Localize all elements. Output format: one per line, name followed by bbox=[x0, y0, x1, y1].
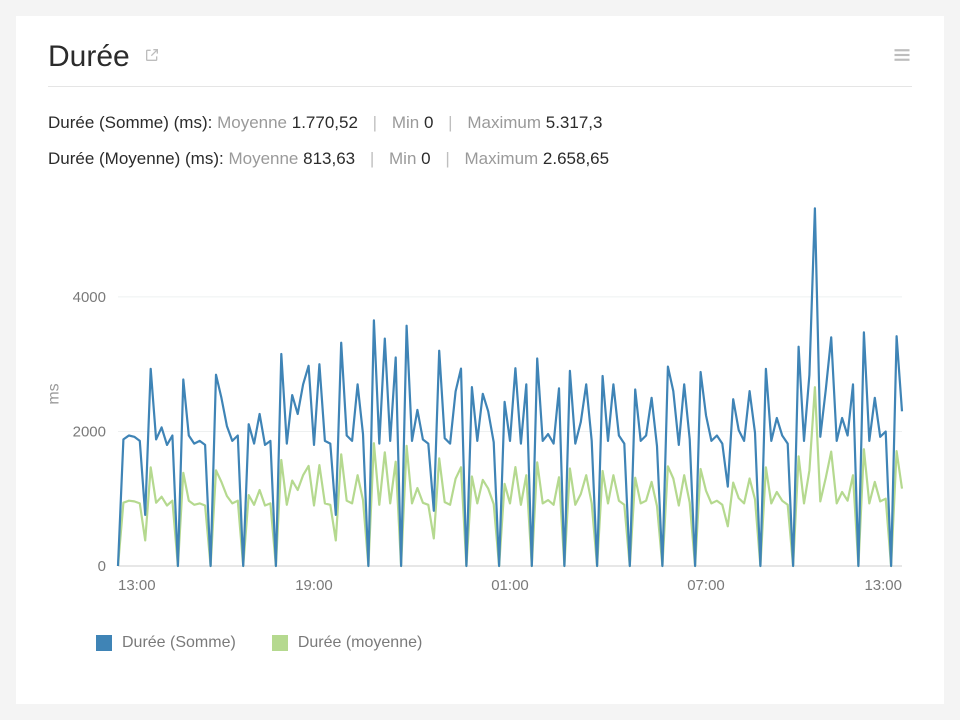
legend-swatch-icon bbox=[272, 635, 288, 651]
svg-text:19:00: 19:00 bbox=[295, 577, 333, 594]
stat-min-label: Min bbox=[392, 113, 419, 132]
card-header: Durée bbox=[48, 40, 912, 87]
stat-max-label: Maximum bbox=[465, 149, 539, 168]
y-axis-label: ms bbox=[46, 384, 64, 405]
stat-max-value: 5.317,3 bbox=[546, 113, 603, 132]
stat-max-value: 2.658,65 bbox=[543, 149, 609, 168]
stat-min-value: 0 bbox=[424, 113, 433, 132]
legend-label: Durée (Somme) bbox=[122, 634, 236, 652]
stat-avg-value: 1.770,52 bbox=[292, 113, 358, 132]
stat-name: Durée (Somme) (ms) bbox=[48, 113, 208, 132]
legend-label: Durée (moyenne) bbox=[298, 634, 423, 652]
stat-min-label: Min bbox=[389, 149, 416, 168]
stat-avg-value: 813,63 bbox=[303, 149, 355, 168]
stat-avg-label: Moyenne bbox=[217, 113, 287, 132]
hamburger-menu-icon[interactable] bbox=[892, 45, 912, 70]
svg-text:13:00: 13:00 bbox=[864, 577, 902, 594]
stat-row: Durée (Somme) (ms): Moyenne 1.770,52 | M… bbox=[48, 105, 912, 141]
open-external-icon[interactable] bbox=[144, 47, 160, 68]
svg-text:13:00: 13:00 bbox=[118, 577, 156, 594]
svg-text:2000: 2000 bbox=[73, 424, 106, 441]
chart-card: Durée Durée (Somme) (ms): Moyenne 1.770,… bbox=[16, 16, 944, 704]
line-chart: 0 2000 4000 13:00 19:00 01:00 07:00 13:00 bbox=[48, 184, 912, 604]
stat-min-value: 0 bbox=[421, 149, 430, 168]
legend: Durée (Somme) Durée (moyenne) bbox=[48, 634, 912, 652]
stat-max-label: Maximum bbox=[467, 113, 541, 132]
chart-area: ms 0 2000 4000 13:00 19:00 01:00 07:00 13:00 bbox=[48, 184, 912, 604]
legend-swatch-icon bbox=[96, 635, 112, 651]
stats-block: Durée (Somme) (ms): Moyenne 1.770,52 | M… bbox=[48, 105, 912, 176]
legend-item-moyenne[interactable]: Durée (moyenne) bbox=[272, 634, 423, 652]
svg-text:0: 0 bbox=[98, 558, 106, 575]
stat-row: Durée (Moyenne) (ms): Moyenne 813,63 | M… bbox=[48, 141, 912, 177]
legend-item-somme[interactable]: Durée (Somme) bbox=[96, 634, 236, 652]
svg-text:07:00: 07:00 bbox=[687, 577, 725, 594]
stat-name: Durée (Moyenne) (ms) bbox=[48, 149, 219, 168]
card-title: Durée bbox=[48, 40, 130, 74]
svg-text:4000: 4000 bbox=[73, 289, 106, 306]
svg-text:01:00: 01:00 bbox=[491, 577, 529, 594]
stat-avg-label: Moyenne bbox=[228, 149, 298, 168]
